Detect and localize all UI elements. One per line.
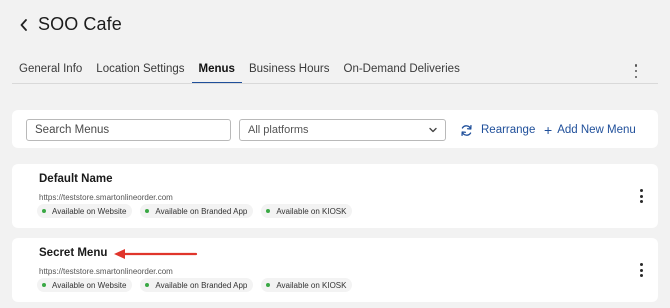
more-vertical-icon [634,64,638,67]
availability-badge: Available on Website [37,278,133,292]
page-header: SOO Cafe General Info Location Settings … [0,0,670,96]
status-dot-icon [42,209,46,213]
menu-name: Secret Menu [39,247,108,259]
menu-more-button[interactable] [638,189,644,203]
menu-url: https://teststore.smartonlineorder.com [39,193,173,202]
menu-url: https://teststore.smartonlineorder.com [39,267,173,276]
status-dot-icon [145,209,150,213]
tab-divider [12,83,658,84]
tab-on-demand-deliveries[interactable]: On-Demand Deliveries [337,58,467,84]
availability-badge: Available on KIOSK [261,278,353,292]
status-dot-icon [42,283,46,287]
tab-business-hours[interactable]: Business Hours [242,58,337,84]
tab-bar: General Info Location Settings Menus Bus… [12,58,467,84]
add-new-menu-button[interactable]: + Add New Menu [544,120,636,140]
menu-name: Default Name [39,173,113,185]
more-options-button[interactable] [630,64,642,78]
status-dot-icon [145,283,150,287]
back-button[interactable] [14,14,34,36]
tab-general-info[interactable]: General Info [12,58,89,84]
availability-badge: Available on Branded App [140,278,254,292]
menu-card[interactable]: Default Name https://teststore.smartonli… [12,164,658,228]
status-dot-icon [266,209,271,213]
availability-badge: Available on Branded App [140,204,254,218]
chevron-left-icon [20,19,27,31]
rearrange-button[interactable]: Rearrange [460,120,535,140]
search-menus-input[interactable] [26,119,231,141]
tab-location-settings[interactable]: Location Settings [89,58,191,84]
status-dot-icon [266,283,271,287]
red-arrow-icon [114,249,198,259]
menus-toolbar: All platforms Rearrange + Add New Menu [12,110,658,148]
platform-select-value: All platforms [248,124,309,136]
tab-menus[interactable]: Menus [191,58,242,84]
plus-icon: + [544,122,553,138]
more-vertical-icon [639,263,643,266]
availability-badges: Available on Website Available on Brande… [37,204,360,218]
menu-more-button[interactable] [638,263,644,277]
availability-badge: Available on Website [37,204,133,218]
add-new-menu-label: Add New Menu [557,124,636,136]
more-vertical-icon [639,189,643,192]
rearrange-label: Rearrange [481,124,536,136]
platform-select[interactable]: All platforms [239,119,446,141]
availability-badge: Available on KIOSK [261,204,353,218]
availability-badges: Available on Website Available on Brande… [37,278,360,292]
refresh-icon [461,124,472,136]
page-title: SOO Cafe [38,14,122,34]
chevron-down-icon [429,127,437,133]
menu-card[interactable]: Secret Menu https://teststore.smartonlin… [12,238,658,302]
